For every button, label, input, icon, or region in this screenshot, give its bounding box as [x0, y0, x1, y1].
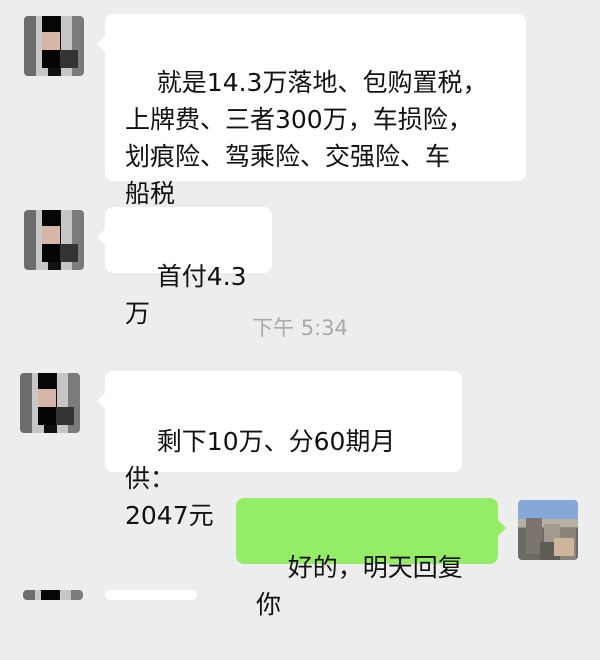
message-bubble[interactable]: 剩下10万、分60期月供： 2047元 [97, 371, 462, 530]
message-text: 就是14.3万落地、包购置税， 上牌费、三者300万，车损险， 划痕险、驾乘险、… [125, 68, 488, 208]
partial-message-bubble[interactable] [105, 590, 197, 600]
contact-avatar[interactable] [24, 210, 84, 270]
message-bubble[interactable]: 就是14.3万落地、包购置税， 上牌费、三者300万，车损险， 划痕险、驾乘险、… [97, 14, 526, 208]
contact-avatar[interactable] [20, 373, 80, 433]
chat-window: 就是14.3万落地、包购置税， 上牌费、三者300万，车损险， 划痕险、驾乘险、… [0, 0, 600, 619]
message-bubble[interactable]: 首付4.3万 [97, 207, 272, 328]
message-bubble[interactable]: 好的，明天回复你 [236, 498, 506, 619]
contact-avatar[interactable] [24, 16, 84, 76]
timestamp-divider: 下午 5:34 [252, 316, 348, 340]
contact-avatar[interactable] [23, 590, 83, 600]
my-avatar[interactable] [518, 500, 578, 560]
message-text: 好的，明天回复你 [256, 553, 463, 619]
